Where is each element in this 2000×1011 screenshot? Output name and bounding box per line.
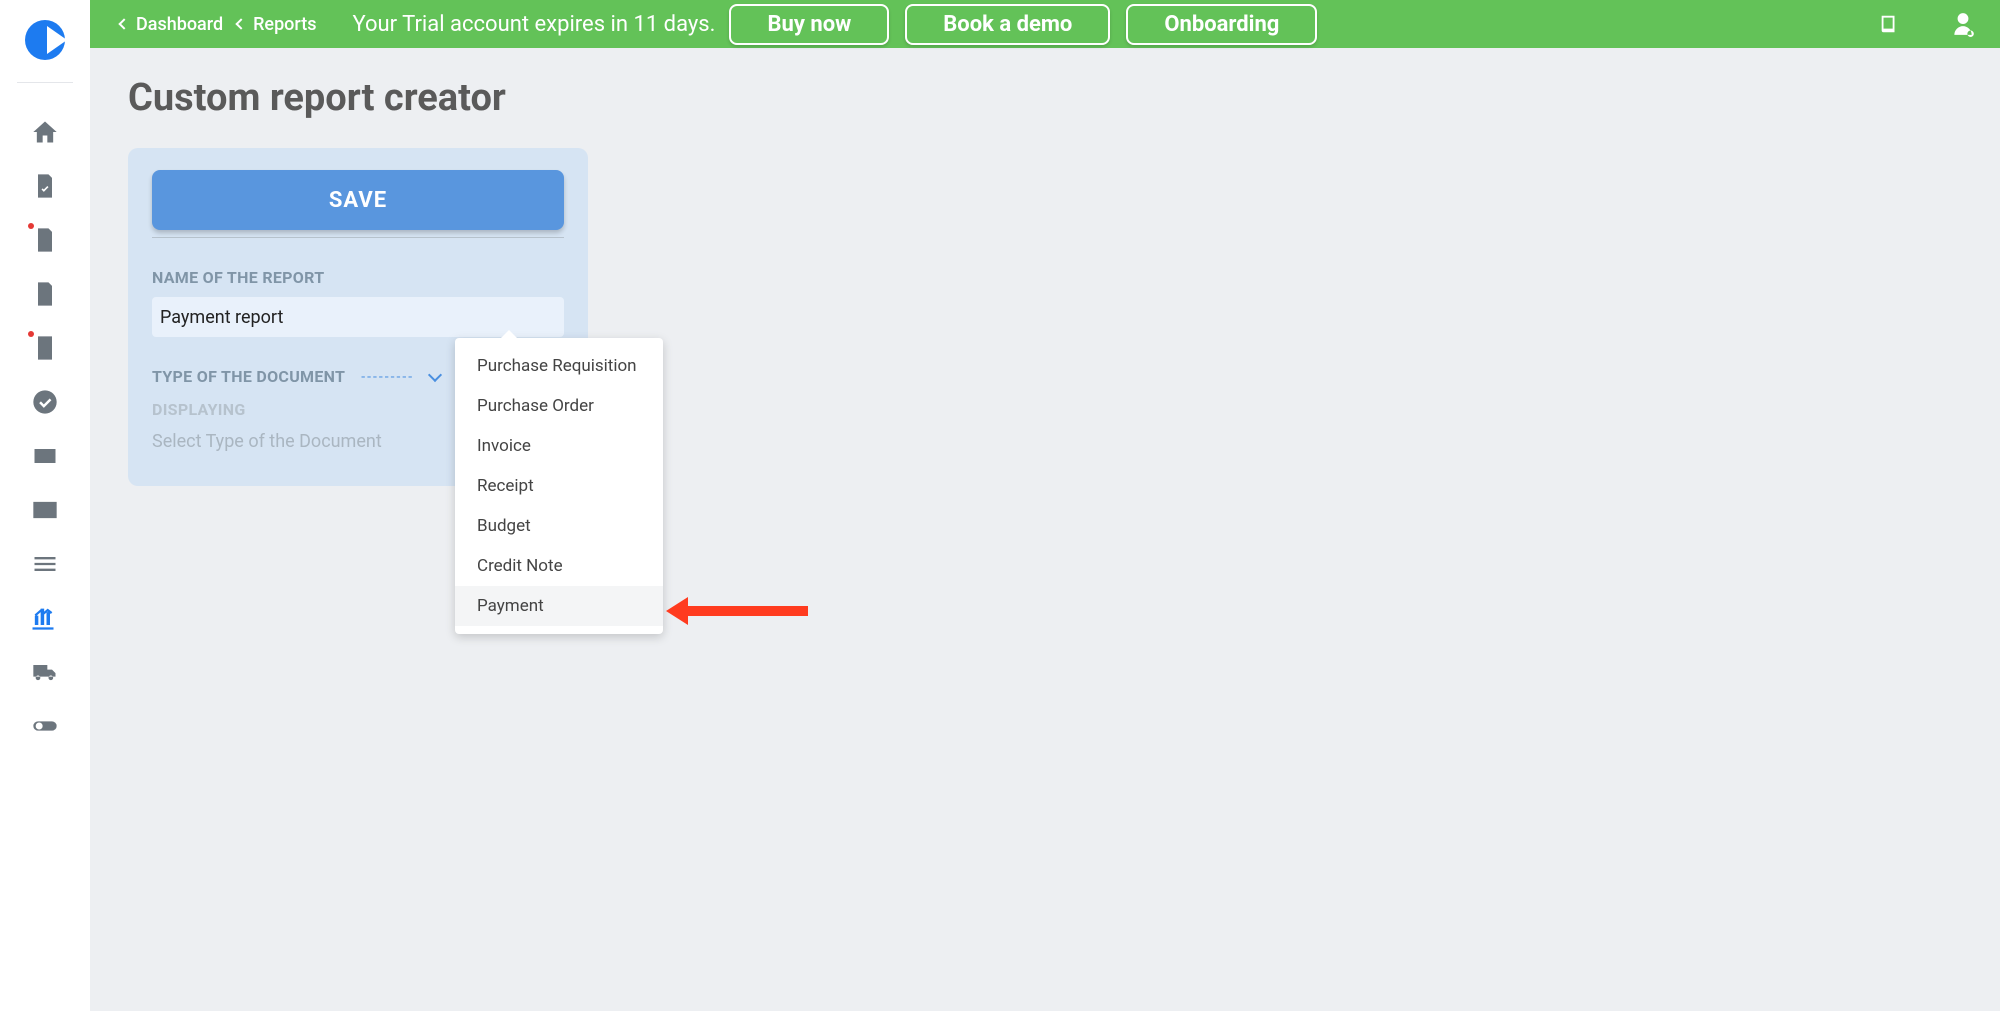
breadcrumb: Dashboard Reports bbox=[120, 14, 316, 35]
document-lines-icon bbox=[31, 280, 59, 308]
sidebar-item-budgets[interactable] bbox=[0, 429, 90, 483]
main-content: Custom report creator SAVE NAME OF THE R… bbox=[90, 48, 2000, 1011]
type-dropdown[interactable]: Purchase Requisition Purchase Order Invo… bbox=[455, 338, 663, 634]
save-button[interactable]: SAVE bbox=[152, 170, 564, 230]
breadcrumb-label: Dashboard bbox=[136, 14, 223, 35]
home-icon bbox=[31, 118, 59, 146]
sidebar bbox=[0, 0, 90, 1011]
chevron-left-icon bbox=[235, 18, 246, 29]
top-banner: Dashboard Reports Your Trial account exp… bbox=[90, 0, 2000, 48]
notification-dot-icon bbox=[28, 331, 34, 337]
wallet-icon bbox=[31, 442, 59, 470]
buy-now-button[interactable]: Buy now bbox=[729, 4, 889, 45]
dropdown-option-purchase-order[interactable]: Purchase Order bbox=[455, 386, 663, 426]
sidebar-divider bbox=[17, 82, 73, 83]
document-list-icon bbox=[31, 334, 59, 362]
sidebar-item-payments[interactable] bbox=[0, 483, 90, 537]
menu-icon bbox=[31, 550, 59, 578]
name-field-label: NAME OF THE REPORT bbox=[152, 268, 564, 287]
sidebar-item-suppliers[interactable] bbox=[0, 645, 90, 699]
dropdown-option-purchase-requisition[interactable]: Purchase Requisition bbox=[455, 346, 663, 386]
annotation-arrow-icon bbox=[688, 606, 808, 616]
breadcrumb-reports[interactable]: Reports bbox=[237, 14, 316, 35]
chart-icon bbox=[29, 604, 57, 632]
check-circle-icon bbox=[31, 388, 59, 416]
chevron-down-icon[interactable] bbox=[428, 367, 442, 381]
dropdown-option-receipt[interactable]: Receipt bbox=[455, 466, 663, 506]
breadcrumb-dashboard[interactable]: Dashboard bbox=[120, 14, 223, 35]
sidebar-item-approvals[interactable] bbox=[0, 375, 90, 429]
onboarding-button[interactable]: Onboarding bbox=[1126, 4, 1317, 45]
sidebar-item-menu[interactable] bbox=[0, 537, 90, 591]
dropdown-option-budget[interactable]: Budget bbox=[455, 506, 663, 546]
credit-card-icon bbox=[31, 496, 59, 524]
sidebar-item-receipts[interactable] bbox=[0, 321, 90, 375]
document-check-icon bbox=[31, 172, 59, 200]
sidebar-item-integrations[interactable] bbox=[0, 699, 90, 753]
chevron-left-icon bbox=[118, 18, 129, 29]
type-field-label: TYPE OF THE DOCUMENT bbox=[152, 367, 345, 386]
page-title: Custom report creator bbox=[128, 76, 1962, 120]
app-logo[interactable] bbox=[25, 20, 65, 60]
book-demo-button[interactable]: Book a demo bbox=[905, 4, 1110, 45]
notification-dot-icon bbox=[28, 223, 34, 229]
dropdown-option-invoice[interactable]: Invoice bbox=[455, 426, 663, 466]
sidebar-item-home[interactable] bbox=[0, 105, 90, 159]
sidebar-item-invoices[interactable] bbox=[0, 267, 90, 321]
sidebar-item-reports[interactable] bbox=[0, 591, 86, 645]
sidebar-item-orders[interactable] bbox=[0, 213, 90, 267]
toggle-icon bbox=[31, 712, 59, 740]
divider bbox=[152, 234, 564, 238]
dropdown-option-payment[interactable]: Payment bbox=[455, 586, 663, 626]
document-icon bbox=[31, 226, 59, 254]
sidebar-item-requisitions[interactable] bbox=[0, 159, 90, 213]
book-icon[interactable] bbox=[1878, 13, 1900, 35]
trial-message: Your Trial account expires in 11 days. bbox=[352, 12, 715, 37]
truck-icon bbox=[31, 658, 59, 686]
breadcrumb-label: Reports bbox=[253, 14, 316, 35]
dropdown-option-credit-note[interactable]: Credit Note bbox=[455, 546, 663, 586]
user-settings-icon[interactable] bbox=[1950, 11, 1976, 37]
type-select-value[interactable]: --------- bbox=[361, 369, 414, 385]
